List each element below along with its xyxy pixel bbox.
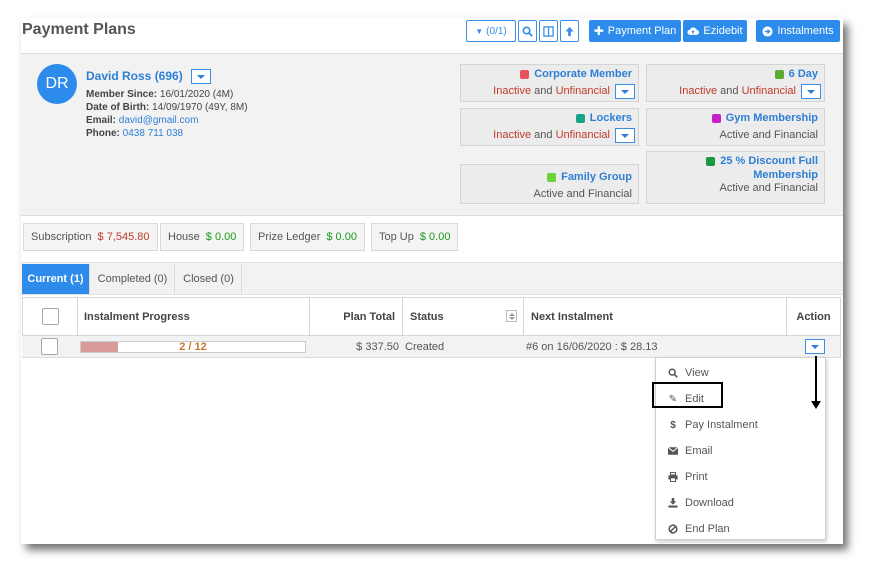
progress-bar: 2 / 12 (80, 341, 306, 353)
header-progress[interactable]: Instalment Progress (77, 297, 310, 336)
add-payment-plan-button[interactable]: ✚ Payment Plan (589, 20, 681, 42)
instalments-label: Instalments (777, 25, 834, 37)
download-icon (668, 498, 678, 508)
tab-completed[interactable]: Completed (0) (91, 264, 175, 294)
cloud-upload-icon (687, 27, 700, 35)
color-swatch (575, 113, 585, 123)
search-icon (668, 368, 678, 378)
menu-item-download[interactable]: Download (656, 492, 825, 514)
membership-card-family-group[interactable]: Family Group Active and Financial (460, 164, 639, 204)
sort-icon[interactable] (506, 310, 517, 322)
membership-card-corporate[interactable]: Corporate Member Inactive and Unfinancia… (460, 64, 639, 102)
plan-tabs: Current (1) Completed (0) Closed (0) (21, 262, 843, 295)
header-select-all (22, 297, 78, 336)
membership-card-6-day[interactable]: 6 Day Inactive and Unfinancial (646, 64, 825, 102)
membership-dropdown[interactable] (801, 84, 821, 99)
membership-card-discount[interactable]: 25 % Discount Full Membership Active and… (646, 151, 825, 204)
balance-subscription: Subscription $ 7,545.80 (23, 223, 158, 251)
menu-item-view[interactable]: View (656, 362, 825, 384)
member-dob: Date of Birth: 14/09/1970 (49Y, 8M) (86, 102, 248, 113)
menu-item-email[interactable]: Email (656, 440, 825, 462)
member-since: Member Since: 16/01/2020 (4M) (86, 89, 234, 100)
member-email: Email: david@gmail.com (86, 115, 199, 126)
caret-down-icon: ▼ (475, 26, 484, 36)
membership-dropdown[interactable] (615, 128, 635, 143)
row-next-instalment: #6 on 16/06/2020 : $ 28.13 (523, 336, 787, 358)
search-icon (522, 26, 533, 37)
scroll-top-button[interactable] (560, 20, 579, 42)
color-swatch (520, 69, 530, 79)
row-select-cell (22, 336, 78, 358)
membership-dropdown[interactable] (615, 84, 635, 99)
tab-current[interactable]: Current (1) (22, 264, 90, 294)
membership-card-lockers[interactable]: Lockers Inactive and Unfinancial (460, 108, 639, 146)
tab-closed[interactable]: Closed (0) (176, 264, 242, 294)
menu-item-pay-instalment[interactable]: $ Pay Instalment (656, 414, 825, 436)
color-swatch (711, 113, 721, 123)
phone-link[interactable]: 0438 711 038 (123, 128, 183, 139)
member-panel: DR David Ross (696) Member Since: 16/01/… (21, 54, 843, 216)
annotation-arrow-head (811, 401, 821, 409)
membership-card-gym[interactable]: Gym Membership Active and Financial (646, 108, 825, 146)
columns-button[interactable] (539, 20, 558, 42)
member-phone: Phone: 0438 711 038 (86, 128, 184, 139)
row-action-cell (786, 336, 841, 358)
avatar: DR (37, 64, 77, 104)
row-progress-cell: 2 / 12 (77, 336, 310, 358)
color-swatch (547, 172, 557, 182)
color-swatch (774, 69, 784, 79)
search-button[interactable] (518, 20, 537, 42)
ezidebit-label: Ezidebit (703, 25, 743, 37)
arrow-up-icon (565, 26, 574, 36)
header-plan-total[interactable]: Plan Total (309, 297, 403, 336)
menu-item-end-plan[interactable]: End Plan (656, 518, 825, 540)
columns-icon (543, 25, 554, 37)
row-action-dropdown[interactable] (805, 339, 825, 354)
row-plan-total: $ 337.50 (309, 336, 403, 358)
page-title: Payment Plans (22, 21, 136, 38)
header-action: Action (786, 297, 841, 336)
header-next-instalment[interactable]: Next Instalment (523, 297, 787, 336)
caret-down-icon (621, 89, 629, 94)
caret-down-icon (197, 74, 205, 79)
row-checkbox[interactable] (41, 338, 58, 355)
select-all-checkbox[interactable] (41, 308, 59, 325)
menu-item-print[interactable]: Print (656, 466, 825, 488)
payment-plan-label: Payment Plan (607, 25, 677, 37)
member-name[interactable]: David Ross (696) (86, 69, 183, 83)
row-status: Created (402, 336, 524, 358)
arrow-circle-right-icon (762, 25, 773, 37)
envelope-icon (668, 447, 678, 455)
ban-icon (668, 524, 678, 534)
filter-count: (0/1) (486, 25, 507, 37)
balance-prize-ledger: Prize Ledger $ 0.00 (250, 223, 365, 251)
top-bar: Payment Plans ▼ (0/1) ✚ Payment Plan Ezi… (21, 18, 843, 54)
app-window: Payment Plans ▼ (0/1) ✚ Payment Plan Ezi… (21, 18, 843, 544)
instalments-button[interactable]: Instalments (756, 20, 840, 42)
color-swatch (706, 156, 716, 166)
ezidebit-button[interactable]: Ezidebit (683, 20, 747, 42)
caret-down-icon (621, 133, 629, 138)
dollar-icon: $ (670, 419, 676, 431)
member-menu-dropdown[interactable] (191, 69, 211, 84)
printer-icon (668, 472, 678, 482)
header-status[interactable]: Status (402, 297, 524, 336)
annotation-arrow (815, 356, 817, 403)
progress-text: 2 / 12 (179, 341, 207, 353)
plus-icon: ✚ (593, 24, 604, 38)
caret-down-icon (811, 344, 819, 349)
balance-top-up: Top Up $ 0.00 (371, 223, 459, 251)
email-link[interactable]: david@gmail.com (119, 115, 199, 126)
filter-button[interactable]: ▼ (0/1) (466, 20, 516, 42)
balance-house: House $ 0.00 (160, 223, 245, 251)
caret-down-icon (807, 89, 815, 94)
edit-highlight-box (652, 382, 723, 408)
